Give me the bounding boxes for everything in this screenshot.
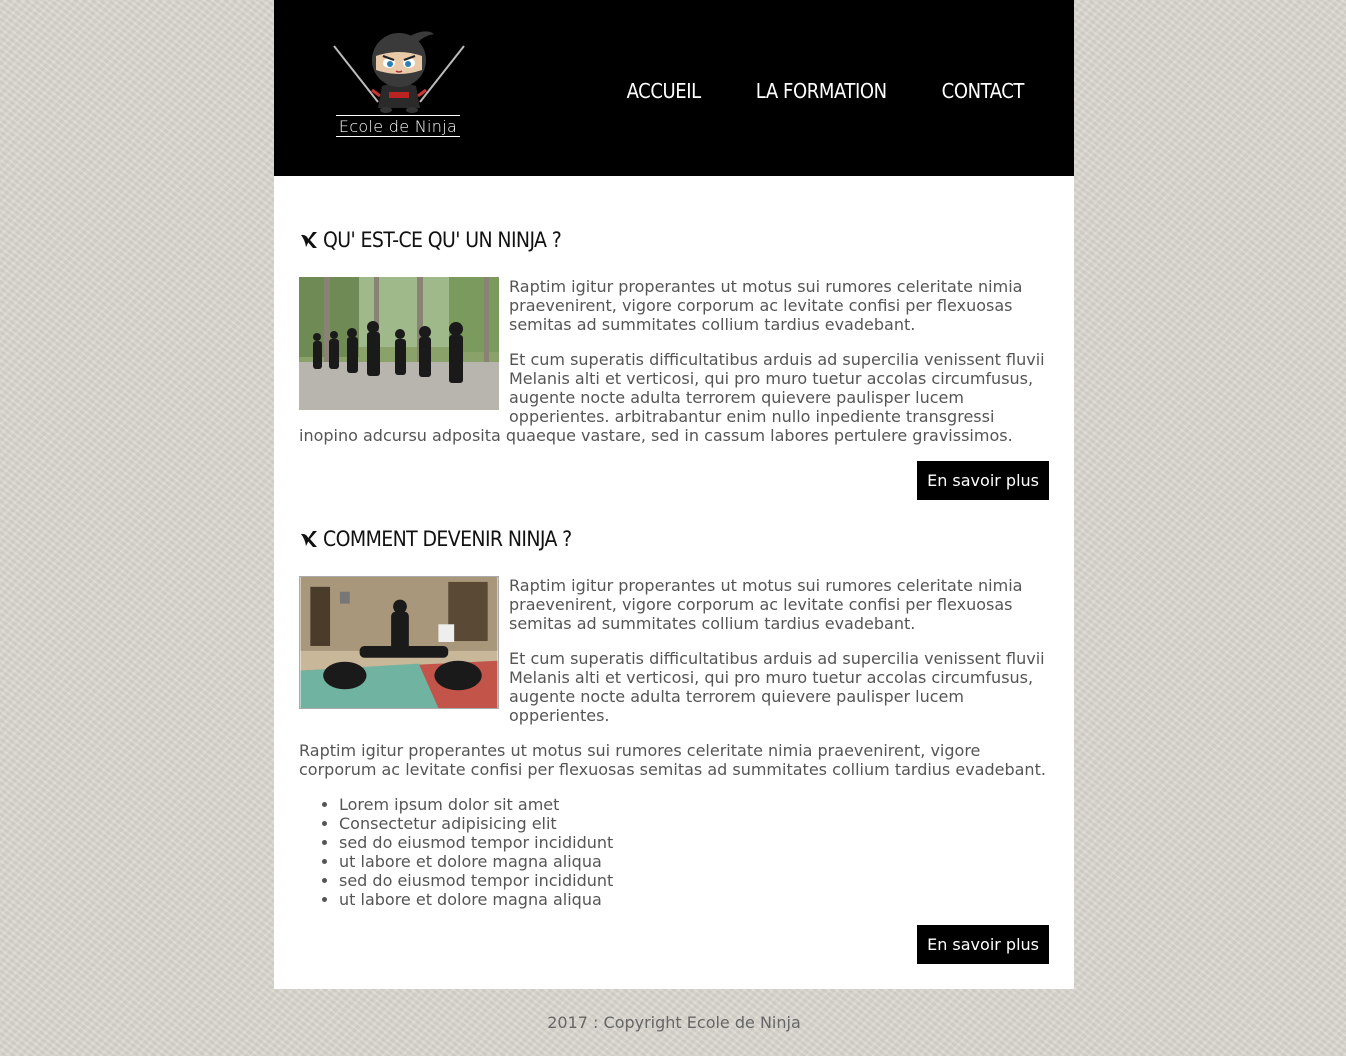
paragraph: Raptim igitur properantes ut motus sui r… [299, 741, 1046, 779]
button-row: En savoir plus [299, 461, 1049, 500]
section-title: COMMENT DEVENIR NINJA ? [299, 525, 1049, 553]
list-item: Lorem ipsum dolor sit amet [339, 795, 1049, 814]
list-item: ut labore et dolore magna aliqua [339, 852, 1049, 871]
en-savoir-plus-button[interactable]: En savoir plus [917, 461, 1049, 500]
site-header: Ecole de Ninja ACCUEIL LA FORMATION CONT… [274, 0, 1074, 176]
section-content: Raptim igitur properantes ut motus sui r… [299, 576, 1049, 909]
section-what-is-ninja: QU' EST-CE QU' UN NINJA ? Raptim igitur … [299, 226, 1049, 500]
shuriken-icon [301, 232, 317, 248]
list-item: sed do eiusmod tempor incididunt [339, 871, 1049, 890]
en-savoir-plus-button[interactable]: En savoir plus [917, 925, 1049, 964]
ninja-training-photo [299, 576, 499, 709]
logo-text: Ecole de Ninja [336, 115, 460, 137]
shuriken-icon [301, 531, 317, 547]
section-title: QU' EST-CE QU' UN NINJA ? [299, 226, 1049, 254]
nav-contact[interactable]: CONTACT [942, 78, 1025, 104]
section-become-ninja: COMMENT DEVENIR NINJA ? Raptim igitur pr… [299, 525, 1049, 964]
bullet-list: Lorem ipsum dolor sit amet Consectetur a… [299, 795, 1049, 909]
list-item: ut labore et dolore magna aliqua [339, 890, 1049, 909]
list-item: sed do eiusmod tempor incididunt [339, 833, 1049, 852]
section-content: Raptim igitur properantes ut motus sui r… [299, 277, 1049, 445]
page-wrapper: Ecole de Ninja ACCUEIL LA FORMATION CONT… [274, 0, 1074, 1032]
ninja-group-photo [299, 277, 499, 410]
nav-accueil[interactable]: ACCUEIL [627, 78, 702, 104]
main-nav: ACCUEIL LA FORMATION CONTACT [627, 78, 1025, 104]
nav-la-formation[interactable]: LA FORMATION [756, 78, 887, 104]
list-item: Consectetur adipisicing elit [339, 814, 1049, 833]
main-content: QU' EST-CE QU' UN NINJA ? Raptim igitur … [274, 176, 1074, 989]
site-footer: 2017 : Copyright Ecole de Ninja [547, 1013, 801, 1032]
button-row: En savoir plus [299, 925, 1049, 964]
